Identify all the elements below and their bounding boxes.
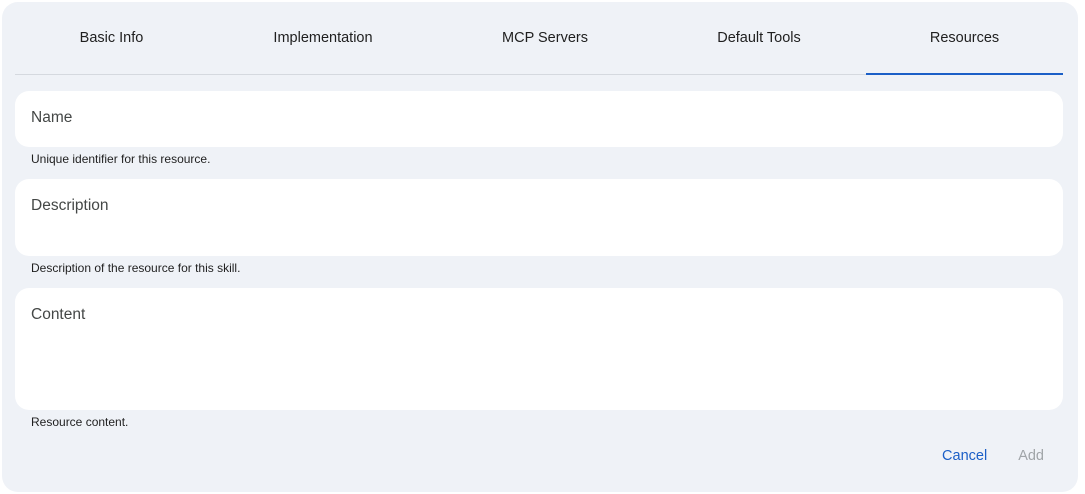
add-resource-dialog: Basic Info Implementation MCP Servers De… <box>2 2 1078 492</box>
name-field-hint: Unique identifier for this resource. <box>31 152 211 166</box>
name-field[interactable]: Name <box>15 91 1063 147</box>
add-button[interactable]: Add <box>1018 448 1044 464</box>
description-field-hint: Description of the resource for this ski… <box>31 261 241 275</box>
content-field[interactable]: Content <box>15 288 1063 410</box>
content-field-label: Content <box>31 306 86 323</box>
tab-label: Implementation <box>273 30 373 46</box>
description-field[interactable]: Description <box>15 179 1063 256</box>
tab-resources[interactable]: Resources <box>866 2 1063 75</box>
tab-default-tools[interactable]: Default Tools <box>652 2 866 74</box>
tab-bar: Basic Info Implementation MCP Servers De… <box>15 2 1063 75</box>
dialog-actions: Cancel Add <box>942 448 1044 464</box>
tab-label: Basic Info <box>79 30 144 46</box>
content-field-hint: Resource content. <box>31 415 129 429</box>
tab-label: Default Tools <box>717 30 801 46</box>
tab-mcp-servers[interactable]: MCP Servers <box>438 2 652 74</box>
tab-implementation[interactable]: Implementation <box>208 2 438 74</box>
tab-basic-info[interactable]: Basic Info <box>15 2 208 74</box>
cancel-button[interactable]: Cancel <box>942 448 987 464</box>
tab-label: Resources <box>929 30 1000 46</box>
description-field-label: Description <box>31 197 109 214</box>
name-field-label: Name <box>31 109 73 126</box>
tab-label: MCP Servers <box>502 30 588 46</box>
